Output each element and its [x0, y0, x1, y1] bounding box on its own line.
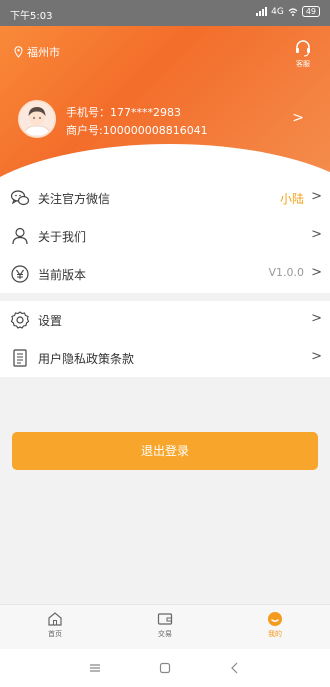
menu-label-settings: 设置	[38, 314, 63, 328]
system-nav-bar	[0, 649, 330, 687]
battery-indicator: 49	[301, 6, 320, 17]
avatar-face-icon	[20, 102, 54, 136]
customer-service-button[interactable]: 客服	[290, 38, 316, 69]
phone-number: 手机号：177****2983	[66, 106, 181, 119]
wechat-icon	[10, 190, 30, 206]
menu-label-wechat: 关注官方微信	[38, 192, 111, 206]
user-icon	[268, 612, 282, 626]
tab-label-mine: 我的	[268, 630, 282, 638]
wallet-icon	[157, 613, 173, 625]
location-pin-icon	[14, 46, 23, 58]
home-icon	[48, 612, 62, 626]
menu-item-settings[interactable]: 设置 >	[0, 301, 330, 339]
signal-icon	[256, 7, 268, 16]
headset-icon	[296, 40, 310, 57]
menu-item-wechat[interactable]: 关注官方微信 小陆 >	[0, 179, 330, 217]
merchant-number: 商户号:100000008816041	[66, 124, 208, 137]
version-icon	[11, 265, 29, 283]
profile-header: 福州市 客服 手机号：177****2983 商户号:1000000088160…	[0, 26, 330, 180]
menu-group-2: 设置 > 用户隐私政策条款 >	[0, 301, 330, 377]
menu-label-about: 关于我们	[38, 230, 87, 244]
avatar[interactable]	[18, 100, 56, 138]
chevron-right-icon: >	[311, 311, 322, 326]
logout-button[interactable]: 退出登录	[12, 432, 318, 470]
person-icon	[12, 227, 28, 245]
profile-arrow-icon[interactable]: >	[292, 110, 304, 126]
status-bar: 下午5:03 4G 49	[0, 0, 330, 26]
menu-label-privacy: 用户隐私政策条款	[38, 352, 135, 366]
tab-label-home: 首页	[48, 630, 62, 638]
tab-mine[interactable]: 我的	[220, 605, 330, 649]
tab-home[interactable]: 首页	[0, 605, 110, 649]
chevron-right-icon: >	[311, 349, 322, 364]
menu-icon[interactable]	[88, 661, 102, 675]
wechat-account-value: 小陆	[279, 192, 304, 206]
chevron-right-icon: >	[311, 227, 322, 242]
tab-label-trade: 交易	[158, 630, 172, 638]
menu-item-privacy[interactable]: 用户隐私政策条款 >	[0, 339, 330, 377]
chevron-right-icon: >	[311, 189, 322, 204]
status-icons: 4G 49	[256, 6, 320, 17]
location-selector[interactable]: 福州市	[14, 44, 60, 60]
header-curve	[0, 144, 330, 180]
status-time: 下午5:03	[10, 11, 53, 22]
back-icon[interactable]	[228, 661, 242, 675]
wifi-icon	[288, 7, 298, 16]
document-icon	[13, 349, 27, 367]
service-label: 客服	[296, 60, 310, 68]
version-value: V1.0.0	[268, 266, 304, 279]
bottom-tab-bar: 首页 交易 我的	[0, 604, 330, 649]
location-label: 福州市	[27, 46, 60, 59]
menu-label-version: 当前版本	[38, 268, 87, 282]
menu-group-1: 关注官方微信 小陆 > 关于我们 > 当前版本 V1.0.0 >	[0, 179, 330, 293]
menu-item-version[interactable]: 当前版本 V1.0.0 >	[0, 255, 330, 293]
menu-item-about[interactable]: 关于我们 >	[0, 217, 330, 255]
gear-icon	[10, 311, 30, 329]
chevron-right-icon: >	[311, 265, 322, 280]
home-button-icon[interactable]	[158, 661, 172, 675]
network-type: 4G	[271, 6, 284, 17]
tab-trade[interactable]: 交易	[110, 605, 220, 649]
